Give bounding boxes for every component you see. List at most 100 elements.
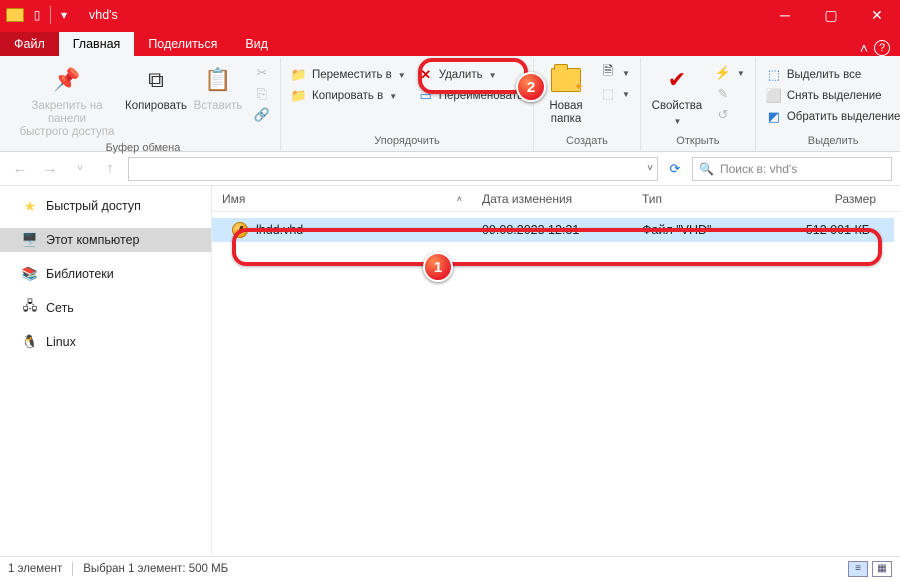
rename-button[interactable]: ▭Переименовать — [414, 87, 527, 105]
refresh-button[interactable]: ⟳ — [664, 161, 686, 177]
copy-button[interactable]: ⧉ Копировать — [126, 62, 186, 113]
forward-button[interactable]: → — [38, 157, 62, 181]
col-date[interactable]: Дата изменения — [472, 192, 632, 206]
copy-to-button[interactable]: 📁Копировать в▼ — [287, 87, 410, 105]
ribbon: 📌 Закрепить на панели быстрого доступа ⧉… — [0, 56, 900, 152]
column-headers[interactable]: Имя˄ Дата изменения Тип Размер — [212, 186, 900, 212]
separator — [50, 6, 51, 24]
breadcrumb-dropdown-icon[interactable]: ˅ — [647, 163, 653, 174]
cut-icon: ✂ — [254, 65, 270, 81]
qat-item[interactable]: ▯ — [26, 4, 48, 26]
group-organize-label: Упорядочить — [287, 133, 527, 151]
pc-icon: 🖥️ — [22, 232, 38, 248]
properties-icon: ✔ — [661, 64, 693, 96]
open-button[interactable]: ⚡▼ — [711, 64, 749, 82]
col-type[interactable]: Тип — [632, 192, 762, 206]
status-bar: 1 элемент Выбран 1 элемент: 500 МБ ≡ ▦ — [0, 556, 900, 580]
moveto-icon: 📁 — [291, 67, 307, 83]
group-open-label: Открыть — [647, 133, 749, 151]
up-button[interactable]: ↑ — [98, 157, 122, 181]
minimize-button[interactable]: ─ — [762, 0, 808, 30]
file-size: 512 001 КБ — [762, 223, 894, 237]
maximize-button[interactable]: ▢ — [808, 0, 854, 30]
tab-view[interactable]: Вид — [231, 32, 282, 56]
file-list: Имя˄ Дата изменения Тип Размер lhdd.vhd … — [212, 186, 900, 554]
table-row[interactable]: lhdd.vhd 09.08.2023 12:31 Файл "VHD" 512… — [212, 218, 894, 242]
search-placeholder: Поиск в: vhd's — [720, 162, 797, 176]
file-name: lhdd.vhd — [256, 223, 303, 237]
title-bar: ▯ ▾ vhd's ─ ▢ ✕ — [0, 0, 900, 30]
invert-icon: ◩ — [766, 109, 782, 125]
address-bar: ← → ˅ ↑ ˅ ⟳ 🔍 Поиск в: vhd's — [0, 152, 900, 186]
history-button[interactable]: ↺ — [711, 106, 749, 124]
sidebar-item-quickaccess[interactable]: ★Быстрый доступ — [0, 194, 211, 218]
paste-button[interactable]: 📋 Вставить — [190, 62, 246, 113]
status-selection: Выбран 1 элемент: 500 МБ — [83, 563, 228, 575]
tab-home[interactable]: Главная — [59, 32, 135, 56]
selectnone-icon: ⬜ — [766, 88, 782, 104]
back-button[interactable]: ← — [8, 157, 32, 181]
selectall-icon: ⬚ — [766, 67, 782, 83]
vhd-file-icon — [232, 222, 248, 238]
easy-access-button[interactable]: ⬚▼ — [596, 85, 634, 103]
copyto-icon: 📁 — [291, 88, 307, 104]
status-count: 1 элемент — [8, 563, 62, 575]
properties-button[interactable]: ✔ Свойства▼ — [647, 62, 707, 126]
file-type: Файл "VHD" — [632, 223, 762, 237]
easy-icon: ⬚ — [600, 86, 616, 102]
star-icon: ★ — [22, 198, 38, 214]
sidebar-item-network[interactable]: 🖧Сеть — [0, 296, 211, 320]
collapse-ribbon-icon[interactable]: ˄ — [860, 40, 868, 56]
qat-dropdown[interactable]: ▾ — [53, 4, 75, 26]
search-input[interactable]: 🔍 Поиск в: vhd's — [692, 157, 892, 181]
select-none-button[interactable]: ⬜Снять выделение — [762, 87, 900, 105]
copy-icon: ⧉ — [140, 64, 172, 96]
shortcut-icon: 🔗 — [254, 107, 270, 123]
copy-path-button[interactable]: ⎘ — [250, 85, 274, 103]
paste-shortcut-button[interactable]: 🔗 — [250, 106, 274, 124]
ribbon-tabs: Файл Главная Поделиться Вид ˄ ? — [0, 30, 900, 56]
view-icons-button[interactable]: ▦ — [872, 561, 892, 577]
linux-icon: 🐧 — [22, 334, 38, 350]
newitem-icon: 🗎 — [600, 65, 616, 81]
new-folder-button[interactable]: ✦ Новая папка — [540, 62, 592, 126]
path-icon: ⎘ — [254, 86, 270, 102]
separator — [72, 562, 73, 576]
edit-icon: ✎ — [715, 86, 731, 102]
select-all-button[interactable]: ⬚Выделить все — [762, 66, 900, 84]
libraries-icon: 📚 — [22, 266, 38, 282]
help-icon[interactable]: ? — [874, 40, 890, 56]
edit-button[interactable]: ✎ — [711, 85, 749, 103]
recent-button[interactable]: ˅ — [68, 157, 92, 181]
sidebar-item-libraries[interactable]: 📚Библиотеки — [0, 262, 211, 286]
sidebar-item-thispc[interactable]: 🖥️Этот компьютер — [0, 228, 211, 252]
delete-button[interactable]: ✕Удалить▼ — [414, 66, 527, 84]
open-icon: ⚡ — [715, 65, 731, 81]
window-title: vhd's — [81, 8, 118, 22]
nav-pane: ★Быстрый доступ 🖥️Этот компьютер 📚Библио… — [0, 186, 212, 554]
sort-asc-icon: ˄ — [457, 194, 462, 204]
pin-quickaccess-button[interactable]: 📌 Закрепить на панели быстрого доступа — [12, 62, 122, 140]
new-item-button[interactable]: 🗎▼ — [596, 64, 634, 82]
group-clipboard-label: Буфер обмена — [12, 140, 274, 158]
group-select-label: Выделить — [762, 133, 900, 151]
sidebar-item-linux[interactable]: 🐧Linux — [0, 330, 211, 354]
search-icon: 🔍 — [699, 162, 714, 176]
tab-file[interactable]: Файл — [0, 32, 59, 56]
breadcrumb[interactable]: ˅ — [128, 157, 658, 181]
invert-selection-button[interactable]: ◩Обратить выделение — [762, 108, 900, 126]
history-icon: ↺ — [715, 107, 731, 123]
rename-icon: ▭ — [418, 88, 434, 104]
close-button[interactable]: ✕ — [854, 0, 900, 30]
move-to-button[interactable]: 📁Переместить в▼ — [287, 66, 410, 84]
cut-button[interactable]: ✂ — [250, 64, 274, 82]
pin-icon: 📌 — [51, 64, 83, 96]
group-new-label: Создать — [540, 133, 634, 151]
view-details-button[interactable]: ≡ — [848, 561, 868, 577]
col-name[interactable]: Имя˄ — [212, 192, 472, 206]
col-size[interactable]: Размер — [762, 192, 900, 206]
tab-share[interactable]: Поделиться — [134, 32, 231, 56]
folder-icon — [6, 8, 24, 22]
network-icon: 🖧 — [22, 300, 38, 316]
new-folder-icon: ✦ — [550, 64, 582, 96]
